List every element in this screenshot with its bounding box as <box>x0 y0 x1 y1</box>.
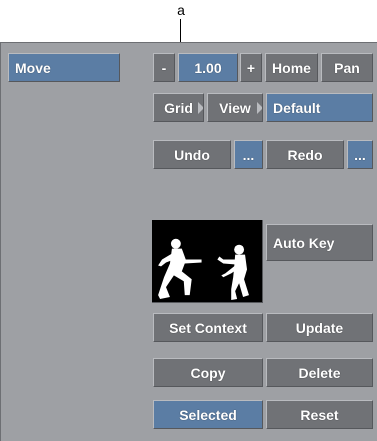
view-menu-button[interactable]: View <box>207 93 263 122</box>
grid-menu-button[interactable]: Grid <box>153 93 204 122</box>
callout-label: a <box>177 2 185 18</box>
copy-button[interactable]: Copy <box>153 358 263 387</box>
reset-button[interactable]: Reset <box>266 400 373 429</box>
view-default-dropdown[interactable]: Default <box>266 93 373 122</box>
zoom-value-field[interactable]: 1.00 <box>178 53 238 82</box>
context-thumbnail <box>152 220 263 303</box>
fighters-thumbnail-image <box>152 220 262 302</box>
pan-button[interactable]: Pan <box>321 53 373 82</box>
selected-button[interactable]: Selected <box>153 400 263 429</box>
update-button[interactable]: Update <box>266 313 373 342</box>
move-mode-button[interactable]: Move <box>8 53 120 82</box>
undo-list-button[interactable]: ... <box>234 140 263 169</box>
delete-button[interactable]: Delete <box>266 358 373 387</box>
set-context-button[interactable]: Set Context <box>153 313 263 342</box>
redo-button[interactable]: Redo <box>266 140 344 169</box>
home-button[interactable]: Home <box>265 53 318 82</box>
zoom-in-button[interactable]: + <box>240 53 262 82</box>
zoom-out-button[interactable]: - <box>153 53 175 82</box>
undo-button[interactable]: Undo <box>153 140 231 169</box>
redo-list-button[interactable]: ... <box>347 140 373 169</box>
auto-key-button[interactable]: Auto Key <box>266 224 373 261</box>
